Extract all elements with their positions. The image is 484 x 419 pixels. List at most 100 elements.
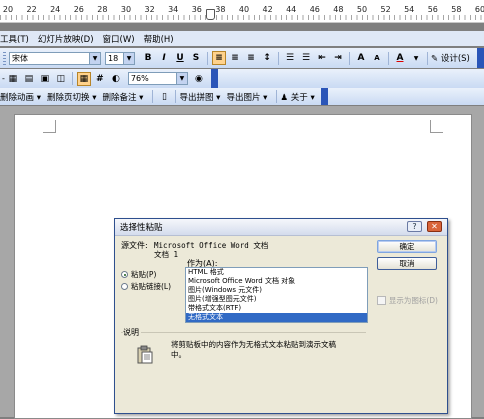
- ok-button[interactable]: 确定: [377, 240, 437, 253]
- delete-notes-label: 删除备注: [102, 92, 137, 103]
- font-name-combo[interactable]: 宋体 ▼: [9, 51, 101, 65]
- ruler-number: 36: [191, 5, 202, 14]
- dialog-title: 选择性粘贴: [120, 223, 163, 233]
- underline-button[interactable]: U: [173, 51, 187, 65]
- ruler-number: 48: [333, 5, 344, 14]
- show-formatting-icon[interactable]: ▦: [76, 71, 91, 86]
- chevron-down-icon[interactable]: ▼: [123, 52, 134, 64]
- list-item[interactable]: 图片(增强型图元文件): [186, 295, 367, 304]
- display-as-icon-checkbox[interactable]: 显示为图标(D): [376, 295, 438, 306]
- italic-button[interactable]: I: [157, 51, 171, 65]
- font-size-value: 18: [108, 53, 119, 63]
- align-left-icon[interactable]: ≡: [212, 51, 226, 65]
- list-item[interactable]: 带格式文本(RTF): [186, 304, 367, 313]
- menu-window[interactable]: 窗口(W): [103, 33, 135, 45]
- menu-help[interactable]: 帮助(H): [144, 33, 174, 45]
- color-grayscale-icon[interactable]: ◐: [109, 72, 123, 86]
- ruler-number: 22: [26, 5, 37, 14]
- ruler-number: 50: [356, 5, 368, 14]
- ruler-number: 44: [286, 5, 297, 14]
- insert-picture-icon[interactable]: ▣: [38, 72, 52, 86]
- ruler-number: 52: [380, 5, 391, 14]
- toolbar-gripper[interactable]: [3, 51, 6, 65]
- toolbar-separator: [152, 90, 154, 103]
- grow-font-button[interactable]: A: [354, 51, 368, 65]
- paste-link-radio[interactable]: 粘贴链接(L): [121, 281, 171, 292]
- align-center-icon[interactable]: ≡: [228, 51, 242, 65]
- ruler-number: 46: [309, 5, 320, 14]
- paste-special-dialog: 选择性粘贴 ? ✕ 源文件: Microsoft Office Word 文档 …: [114, 218, 448, 414]
- ruler-number: 60: [474, 5, 484, 14]
- bullet-list-icon[interactable]: ☰: [299, 51, 313, 65]
- ruler-number: 30: [120, 5, 132, 14]
- list-item[interactable]: 图片(Windows 元文件): [186, 286, 367, 295]
- delete-animation-button[interactable]: 删除动画 ▾: [0, 91, 41, 103]
- menu-tools[interactable]: 工具(T): [0, 33, 29, 45]
- list-item[interactable]: Microsoft Office Word 文档 对象: [186, 277, 367, 286]
- toolbar-separator: [278, 51, 279, 65]
- ruler-number: 32: [144, 5, 155, 14]
- toolbar-options-icon[interactable]: [477, 48, 484, 68]
- export-picture-button[interactable]: 导出图片 ▾: [226, 91, 267, 103]
- about-button[interactable]: ♟ 关于 ▾: [280, 91, 314, 103]
- indent-marker[interactable]: [206, 9, 215, 20]
- export-collage-button[interactable]: 导出拼图 ▾: [179, 91, 220, 103]
- slide-icon[interactable]: ▯: [157, 90, 171, 104]
- zoom-combo[interactable]: 76% ▼: [127, 72, 188, 85]
- toolbar-separator: [349, 51, 350, 65]
- align-right-icon[interactable]: ≡: [244, 51, 258, 65]
- delete-animation-label: 删除动画: [0, 92, 35, 103]
- font-color-icon[interactable]: A: [393, 51, 407, 65]
- ruler-number: 40: [238, 5, 250, 14]
- shrink-font-button[interactable]: A: [370, 51, 384, 65]
- formatting-toolbar: 宋体 ▼ 18 ▼ B I U S ≡ ≡ ≡ ↕ ☰ ☰ ⇤ ⇥ A A A …: [0, 48, 484, 68]
- close-button[interactable]: ✕: [427, 221, 442, 232]
- paste-radio[interactable]: 粘贴(P): [121, 269, 156, 280]
- shadow-button[interactable]: S: [189, 51, 203, 65]
- toolbar-separator: [427, 51, 428, 65]
- bold-button[interactable]: B: [141, 51, 155, 65]
- decrease-indent-icon[interactable]: ⇤: [315, 51, 329, 65]
- grid-icon[interactable]: #: [93, 72, 107, 86]
- paste-link-radio-label: 粘贴链接(L): [131, 282, 172, 291]
- ruler-number: 58: [451, 5, 462, 14]
- user-icon: ♟: [280, 92, 289, 103]
- ruler-number: 20: [2, 5, 14, 14]
- source-label: 源文件:: [121, 241, 148, 250]
- list-item-selected[interactable]: 无格式文本: [186, 313, 367, 322]
- font-size-combo[interactable]: 18 ▼: [105, 51, 135, 65]
- line-spacing-icon[interactable]: ↕: [260, 51, 274, 65]
- clipboard-icon: [137, 345, 153, 364]
- insert-object-icon[interactable]: ◫: [54, 72, 68, 86]
- toolbar-separator: [276, 90, 278, 103]
- addin-toolbar: 删除动画 ▾ 删除页切换 ▾ 删除备注 ▾ ▯ 导出拼图 ▾ 导出图片 ▾ ♟ …: [0, 88, 484, 105]
- display-as-icon-label: 显示为图标(D): [388, 296, 438, 305]
- insert-chart-icon[interactable]: ▦: [6, 72, 20, 86]
- toolbar-options-icon[interactable]: [210, 69, 218, 88]
- margin-corner-mark: [430, 120, 443, 133]
- numbered-list-icon[interactable]: ☰: [283, 51, 297, 65]
- paste-format-list[interactable]: HTML 格式 Microsoft Office Word 文档 对象 图片(W…: [185, 267, 368, 323]
- delete-notes-button[interactable]: 删除备注 ▾: [102, 91, 143, 103]
- insert-table-icon[interactable]: ▤: [22, 72, 36, 86]
- export-picture-label: 导出图片: [226, 92, 261, 103]
- delete-transition-button[interactable]: 删除页切换 ▾: [47, 91, 96, 103]
- menu-slideshow[interactable]: 幻灯片放映(D): [38, 33, 94, 45]
- list-item[interactable]: HTML 格式: [186, 268, 367, 277]
- help-icon[interactable]: ◉: [192, 72, 206, 86]
- design-button[interactable]: ✎ 设计(S): [431, 52, 470, 64]
- chevron-down-icon[interactable]: ▼: [89, 52, 100, 64]
- cancel-button[interactable]: 取消: [377, 257, 437, 270]
- toolbar-options-icon[interactable]: [320, 88, 328, 105]
- increase-indent-icon[interactable]: ⇥: [331, 51, 345, 65]
- chevron-down-icon[interactable]: ▼: [175, 73, 187, 84]
- help-button[interactable]: ?: [407, 221, 422, 232]
- dialog-title-bar: 选择性粘贴 ? ✕: [115, 219, 447, 236]
- export-collage-label: 导出拼图: [179, 92, 214, 103]
- toolbar-separator: [388, 51, 389, 65]
- description-label: 说明: [123, 327, 141, 338]
- chevron-down-icon[interactable]: ▼: [409, 51, 423, 65]
- horizontal-ruler: 20 22 24 26 28 30 32 34 36 38 40 42 44 46 48 50 52 54 56 58…: [0, 0, 484, 23]
- margin-corner-mark: [43, 120, 56, 133]
- ruler-number: 54: [404, 5, 415, 14]
